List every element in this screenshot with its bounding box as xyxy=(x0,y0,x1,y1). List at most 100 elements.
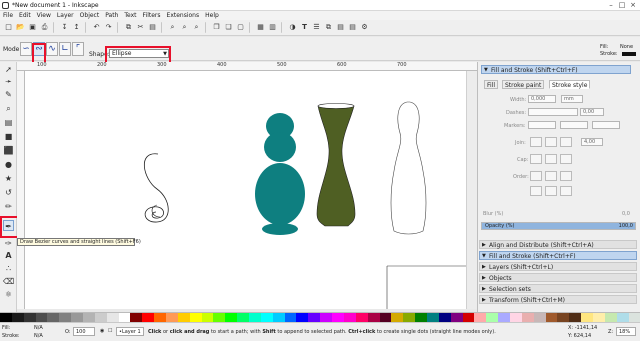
paraxial-mode-icon[interactable]: ⌜ xyxy=(72,42,84,56)
start-marker-select[interactable] xyxy=(528,121,556,129)
new-document-icon[interactable]: □ xyxy=(3,22,14,34)
teal-ellipse-base[interactable] xyxy=(262,223,298,235)
fill-stroke-panel-header[interactable]: ▼ Fill and Stroke (Shift+Ctrl+F) xyxy=(481,65,631,74)
palette-swatch[interactable] xyxy=(201,313,214,322)
text-tool-icon[interactable]: A xyxy=(3,250,14,261)
menu-filters[interactable]: Filters xyxy=(143,12,161,19)
layer-lock-icon[interactable]: ☐ xyxy=(108,328,112,334)
palette-swatch[interactable] xyxy=(118,313,131,322)
palette-swatch[interactable] xyxy=(189,313,202,322)
palette-swatch[interactable] xyxy=(308,313,321,322)
measure-tool-icon[interactable]: ▤ xyxy=(3,117,14,128)
palette-swatch[interactable] xyxy=(284,313,297,322)
text-font-icon[interactable]: T xyxy=(299,22,310,34)
current-layer-select[interactable]: •Layer 1 xyxy=(116,327,144,336)
width-input[interactable]: 0,000 xyxy=(528,95,556,103)
dock-align-distribute[interactable]: ▶ Align and Distribute (Shift+Ctrl+A) xyxy=(479,240,637,249)
paint-bucket-tool-icon[interactable]: ⚛ xyxy=(3,289,14,300)
open-icon[interactable]: 📂 xyxy=(15,22,26,34)
unlink-clone-icon[interactable]: ▢ xyxy=(235,22,246,34)
dashes-offset-input[interactable]: 0,00 xyxy=(580,108,604,116)
palette-swatch[interactable] xyxy=(142,313,155,322)
menu-file[interactable]: File xyxy=(3,12,13,19)
bevel-join-icon[interactable] xyxy=(560,137,572,147)
layers-icon[interactable]: ☰ xyxy=(311,22,322,34)
vase-rim-ellipse[interactable] xyxy=(317,103,355,109)
pencil-tool-icon[interactable]: ✏ xyxy=(3,201,14,212)
paint-order-stroke-markers-fill-icon[interactable] xyxy=(545,186,557,196)
tab-stroke-paint[interactable]: Stroke paint xyxy=(502,80,545,89)
zoom-input[interactable]: 18% xyxy=(616,327,636,336)
palette-swatch[interactable] xyxy=(272,313,285,322)
zoom-page-icon[interactable]: ⌕ xyxy=(191,22,202,34)
menu-extensions[interactable]: Extensions xyxy=(167,12,200,19)
paint-order-markers-stroke-fill-icon[interactable] xyxy=(560,186,572,196)
palette-swatch[interactable] xyxy=(592,313,605,322)
dock-objects[interactable]: ▶ Objects xyxy=(479,273,637,282)
save-icon[interactable]: ▣ xyxy=(27,22,38,34)
palette-swatch[interactable] xyxy=(438,313,451,322)
paint-order-markers-fill-stroke-icon[interactable] xyxy=(530,186,542,196)
paste-icon[interactable]: ▤ xyxy=(147,22,158,34)
butt-cap-icon[interactable] xyxy=(530,154,542,164)
document-properties-icon[interactable]: ▤ xyxy=(347,22,358,34)
palette-swatch[interactable] xyxy=(249,313,261,322)
palette-swatch[interactable] xyxy=(604,313,617,322)
spiral-stroke-path[interactable] xyxy=(143,153,169,223)
star-tool-icon[interactable]: ★ xyxy=(3,173,14,184)
zoom-drawing-icon[interactable]: ⌕ xyxy=(179,22,190,34)
palette-swatch[interactable] xyxy=(47,313,60,322)
spray-tool-icon[interactable]: ∴ xyxy=(3,263,14,274)
dock-fill-stroke[interactable]: ▼ Fill and Stroke (Shift+Ctrl+F) xyxy=(479,251,637,260)
palette-swatch[interactable] xyxy=(35,313,48,322)
palette-swatch[interactable] xyxy=(403,313,416,322)
palette-swatch[interactable] xyxy=(332,313,344,322)
palette-swatch[interactable] xyxy=(557,313,570,322)
width-unit-select[interactable]: mm xyxy=(561,95,583,103)
preferences-icon[interactable]: ⚙ xyxy=(359,22,370,34)
palette-swatch[interactable] xyxy=(94,313,107,322)
teal-ellipse-upper[interactable] xyxy=(264,132,296,162)
square-cap-icon[interactable] xyxy=(560,154,572,164)
regular-bezier-mode-icon[interactable]: ∽ xyxy=(20,42,32,56)
palette-swatch[interactable] xyxy=(59,313,72,322)
zigzag-mode-icon[interactable]: ∟ xyxy=(59,42,71,56)
copy-icon[interactable]: ⧉ xyxy=(123,22,134,34)
palette-swatch[interactable] xyxy=(296,313,309,322)
palette-swatch[interactable] xyxy=(462,313,475,322)
menu-layer[interactable]: Layer xyxy=(57,12,74,19)
palette-swatch[interactable] xyxy=(23,313,36,322)
status-opacity-input[interactable]: 100 xyxy=(73,327,95,336)
palette-swatch[interactable] xyxy=(533,313,546,322)
palette-swatch[interactable] xyxy=(521,313,534,322)
teal-ellipse-large[interactable] xyxy=(255,163,305,225)
dock-layers[interactable]: ▶ Layers (Shift+Ctrl+L) xyxy=(479,262,637,271)
cut-icon[interactable]: ✂ xyxy=(135,22,146,34)
fill-stroke-icon[interactable]: ◑ xyxy=(287,22,298,34)
palette-swatch[interactable] xyxy=(343,313,356,322)
node-tool-icon[interactable]: ➛ xyxy=(3,76,14,87)
align-icon[interactable]: ▤ xyxy=(335,22,346,34)
palette-swatch[interactable] xyxy=(130,313,143,322)
print-icon[interactable]: ⎙ xyxy=(39,22,50,34)
rectangle-tool-icon[interactable]: ■ xyxy=(3,131,14,142)
menu-help[interactable]: Help xyxy=(205,12,219,19)
palette-swatch[interactable] xyxy=(628,313,640,322)
palette-swatch[interactable] xyxy=(71,313,84,322)
menu-edit[interactable]: Edit xyxy=(19,12,31,19)
palette-swatch[interactable] xyxy=(486,313,499,322)
palette-swatch[interactable] xyxy=(426,313,439,322)
palette-swatch[interactable] xyxy=(177,313,190,322)
palette-swatch[interactable] xyxy=(498,313,510,322)
paint-order-fill-stroke-markers-icon[interactable] xyxy=(530,171,542,181)
close-icon[interactable]: × xyxy=(628,1,638,10)
palette-swatch[interactable] xyxy=(616,313,629,322)
paint-order-stroke-fill-markers-icon[interactable] xyxy=(545,171,557,181)
selector-tool-icon[interactable]: ➚ xyxy=(3,64,14,75)
palette-swatch[interactable] xyxy=(569,313,582,322)
opacity-slider[interactable]: Opacity (%) 100,0 xyxy=(481,222,636,230)
palette-swatch[interactable] xyxy=(83,313,95,322)
tweak-tool-icon[interactable]: ✎ xyxy=(3,89,14,100)
eraser-tool-icon[interactable]: ⌫ xyxy=(3,276,14,287)
minimize-icon[interactable]: – xyxy=(606,1,616,10)
